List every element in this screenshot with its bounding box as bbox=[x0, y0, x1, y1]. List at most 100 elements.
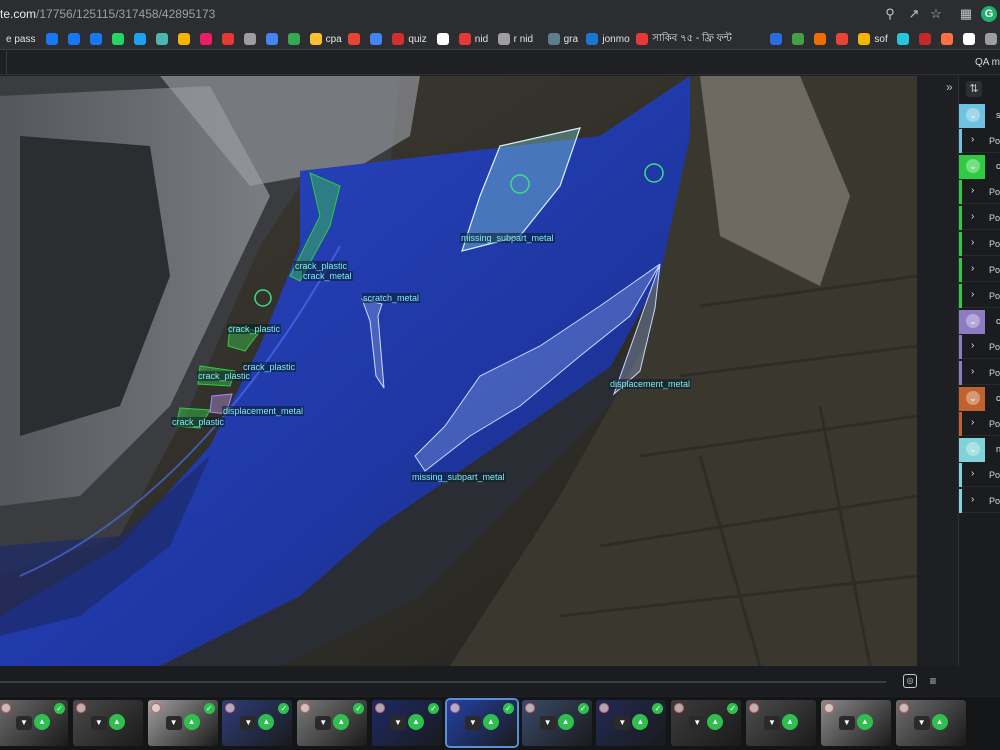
bookmark-item[interactable]: cpa bbox=[309, 31, 342, 47]
thumbs-down-icon[interactable]: ▼ bbox=[315, 716, 332, 730]
zoom-icon[interactable]: ⚲ bbox=[882, 6, 898, 22]
class-group-header[interactable]: ⌄ s bbox=[959, 104, 1000, 128]
chevron-right-icon[interactable]: › bbox=[971, 340, 974, 351]
bookmark-item[interactable] bbox=[155, 31, 172, 47]
image-thumbnail[interactable]: ✓ ▼ ▲ bbox=[147, 700, 218, 746]
chevron-down-icon[interactable]: ⌄ bbox=[966, 314, 980, 328]
annotation-label[interactable]: crack_metal bbox=[302, 271, 353, 281]
share-icon[interactable]: ↗ bbox=[906, 6, 922, 22]
annotation-row[interactable]: › Poi bbox=[959, 206, 1000, 230]
bookmark-item[interactable] bbox=[221, 31, 238, 47]
thumbs-up-icon[interactable]: ▲ bbox=[482, 714, 499, 730]
image-thumbnail[interactable]: ✓ ▼ ▲ bbox=[521, 700, 592, 746]
chevron-right-icon[interactable]: › bbox=[971, 211, 974, 222]
thumbs-down-icon[interactable]: ▼ bbox=[464, 716, 481, 730]
thumbs-down-icon[interactable]: ▼ bbox=[16, 716, 32, 730]
bookmark-item[interactable] bbox=[243, 31, 260, 47]
bookmark-item[interactable] bbox=[814, 31, 830, 47]
annotation-row[interactable]: › Poi bbox=[959, 232, 1000, 256]
thumbs-up-icon[interactable]: ▲ bbox=[34, 714, 50, 730]
thumbs-up-icon[interactable]: ▲ bbox=[931, 714, 948, 730]
bookmark-item[interactable] bbox=[45, 31, 62, 47]
chevron-right-icon[interactable]: › bbox=[971, 289, 974, 300]
image-thumbnail[interactable]: ▼ ▲ bbox=[820, 700, 891, 746]
annotation-label[interactable]: missing_subpart_metal bbox=[460, 233, 555, 243]
thumbs-up-icon[interactable]: ▲ bbox=[557, 714, 574, 730]
chevron-right-icon[interactable]: › bbox=[971, 237, 974, 248]
thumbs-up-icon[interactable]: ▲ bbox=[408, 714, 424, 730]
annotation-row[interactable]: › Poi bbox=[959, 284, 1000, 308]
image-thumbnail[interactable]: ▼ ▲ bbox=[746, 700, 816, 746]
bookmark-item[interactable] bbox=[941, 31, 957, 47]
annotation-row[interactable]: › Poi bbox=[959, 463, 1000, 487]
bookmark-item[interactable] bbox=[436, 31, 453, 47]
bookmark-item[interactable]: nid bbox=[458, 31, 488, 47]
qa-mode-label[interactable]: QA mo bbox=[975, 57, 1000, 68]
annotation-label[interactable]: crack_plastic bbox=[294, 261, 349, 271]
bookmark-item[interactable] bbox=[265, 31, 282, 47]
bookmark-item[interactable] bbox=[897, 31, 913, 47]
annotation-label[interactable]: displacement_metal bbox=[222, 406, 305, 416]
bookmark-item[interactable]: e pass bbox=[6, 31, 35, 47]
class-group-header[interactable]: ⌄ c bbox=[959, 387, 1000, 411]
bookmark-item[interactable]: quiz bbox=[392, 31, 427, 47]
image-scrubber[interactable] bbox=[0, 681, 886, 683]
thumbs-down-icon[interactable]: ▼ bbox=[240, 716, 257, 730]
thumbs-up-icon[interactable]: ▲ bbox=[183, 714, 200, 730]
bookmark-item[interactable] bbox=[792, 31, 808, 47]
annotation-label[interactable]: crack_plastic bbox=[227, 324, 282, 334]
fit-view-icon[interactable]: ◎ bbox=[903, 674, 917, 688]
thumbs-down-icon[interactable]: ▼ bbox=[913, 716, 930, 730]
annotation-label[interactable]: crack_plastic bbox=[197, 371, 252, 381]
chevron-right-icon[interactable]: › bbox=[971, 134, 974, 145]
image-thumbnail[interactable]: ✓ ▼ ▲ bbox=[596, 700, 667, 746]
thumbs-down-icon[interactable]: ▼ bbox=[614, 716, 631, 730]
bookmark-item[interactable] bbox=[287, 31, 304, 47]
annotation-row[interactable]: › Poi bbox=[959, 412, 1000, 436]
bookmark-item[interactable] bbox=[133, 31, 150, 47]
thumbs-down-icon[interactable]: ▼ bbox=[165, 716, 182, 730]
annotation-row[interactable]: › Poi bbox=[959, 129, 1000, 153]
chevron-down-icon[interactable]: ⌄ bbox=[966, 108, 980, 122]
class-group-header[interactable]: ⌄ n bbox=[959, 438, 1000, 462]
annotation-row[interactable]: › Poi bbox=[959, 361, 1000, 385]
profile-avatar[interactable]: G bbox=[981, 6, 997, 22]
extension-icon[interactable]: ▦ bbox=[958, 6, 974, 22]
sort-icon[interactable]: ≡ bbox=[926, 674, 940, 688]
thumbs-down-icon[interactable]: ▼ bbox=[390, 716, 406, 730]
thumbs-up-icon[interactable]: ▲ bbox=[782, 714, 798, 730]
class-group-header[interactable]: ⌄ c bbox=[959, 310, 1000, 334]
annotation-label[interactable]: missing_subpart_metal bbox=[411, 472, 506, 482]
image-thumbnail[interactable]: ✓ ▼ ▲ bbox=[0, 700, 68, 746]
chevron-down-icon[interactable]: ⌄ bbox=[966, 442, 980, 456]
url-field[interactable]: te.com/17756/125115/317458/42895173 bbox=[0, 7, 215, 21]
bookmark-item[interactable]: সাকিব ৭৫ - ফ্রি ফন্ট bbox=[636, 31, 732, 47]
annotation-row[interactable]: › Poi bbox=[959, 489, 1000, 513]
chevron-right-icon[interactable]: › bbox=[971, 366, 974, 377]
bookmark-item[interactable] bbox=[177, 31, 194, 47]
bookmark-item[interactable] bbox=[370, 31, 386, 47]
bookmark-item[interactable]: r nid bbox=[497, 31, 533, 47]
image-thumbnail[interactable]: ✓ ▼ ▲ bbox=[222, 700, 293, 746]
annotation-label[interactable]: displacement_metal bbox=[609, 379, 692, 389]
image-thumbnail[interactable]: ▼ ▲ bbox=[72, 700, 143, 746]
expand-panel-icon[interactable]: » bbox=[946, 80, 953, 94]
bookmark-item[interactable] bbox=[770, 31, 786, 47]
annotation-label[interactable]: scratch_metal bbox=[362, 293, 421, 303]
bookmark-item[interactable] bbox=[836, 31, 852, 47]
bookmark-item[interactable] bbox=[348, 31, 364, 47]
thumbs-down-icon[interactable]: ▼ bbox=[689, 716, 706, 730]
bookmark-item[interactable] bbox=[67, 31, 84, 47]
image-thumbnail[interactable]: ✓ ▼ ▲ bbox=[671, 700, 742, 746]
bookmark-item[interactable] bbox=[199, 31, 216, 47]
chevron-right-icon[interactable]: › bbox=[971, 468, 974, 479]
image-thumbnail[interactable]: ▼ ▲ bbox=[895, 700, 966, 746]
image-thumbnail[interactable]: ✓ ▼ ▲ bbox=[297, 700, 368, 746]
thumbs-down-icon[interactable]: ▼ bbox=[539, 716, 556, 730]
thumbs-up-icon[interactable]: ▲ bbox=[856, 714, 873, 730]
thumbs-up-icon[interactable]: ▲ bbox=[108, 714, 125, 730]
bookmark-item[interactable] bbox=[919, 31, 935, 47]
bookmark-item[interactable]: jonmo bbox=[586, 31, 630, 47]
bookmark-item[interactable]: sof bbox=[858, 31, 888, 47]
bookmark-item[interactable]: gra bbox=[547, 31, 578, 47]
